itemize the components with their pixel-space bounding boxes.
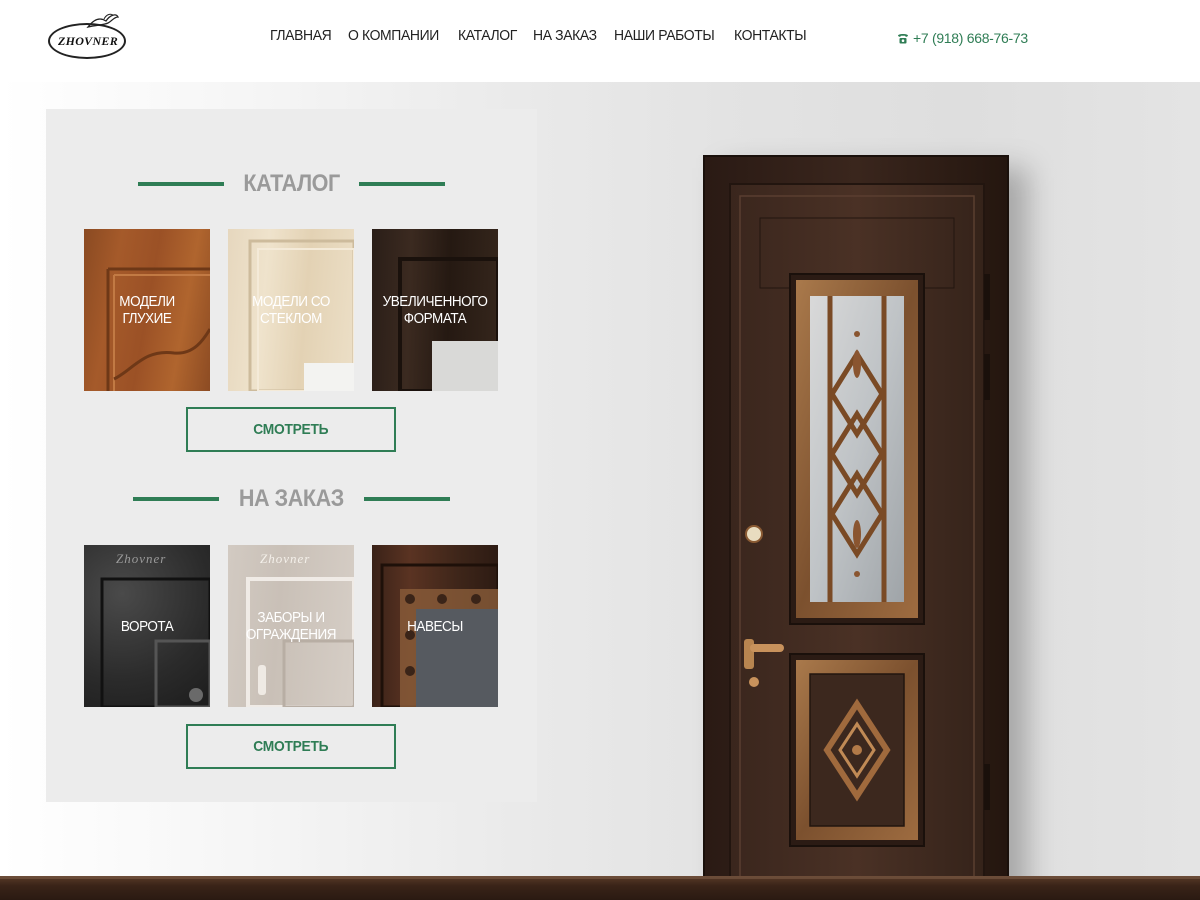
- catalog-view-button[interactable]: СМОТРЕТЬ: [186, 407, 396, 452]
- catalog-tiles: МОДЕЛИ ГЛУХИЕ МОДЕЛИ СО СТЕКЛОМ УВЕЛИЧЕН…: [84, 229, 498, 391]
- nav-item-works[interactable]: НАШИ РАБОТЫ: [614, 27, 715, 44]
- logo-text: ZHOVNER: [57, 34, 119, 48]
- custom-title: НА ЗАКАЗ: [238, 485, 345, 512]
- nav-item-catalog[interactable]: КАТАЛОГ: [458, 27, 517, 44]
- heading-bar-right: [363, 497, 450, 501]
- heading-bar-left: [137, 182, 224, 186]
- tile-gates[interactable]: Zhovner ВОРОТА: [84, 545, 210, 707]
- catalog-title: КАТАЛОГ: [243, 170, 340, 197]
- tile-large-format[interactable]: УВЕЛИЧЕННОГО ФОРМАТА: [372, 229, 498, 391]
- tile-solid-models[interactable]: МОДЕЛИ ГЛУХИЕ: [84, 229, 210, 391]
- catalog-heading: КАТАЛОГ: [46, 170, 537, 198]
- tile-label: ЗАБОРЫ И ОГРАЖДЕНИЯ: [245, 609, 337, 643]
- phone-link[interactable]: +7 (918) 668-76-73: [897, 30, 1028, 46]
- custom-tiles: Zhovner ВОРОТА Zhovner ЗАБОРЫ И ОГРАЖДЕН…: [84, 545, 498, 707]
- nav-item-about[interactable]: О КОМПАНИИ: [348, 27, 439, 44]
- nav-item-custom[interactable]: НА ЗАКАЗ: [533, 27, 597, 44]
- phone-number: +7 (918) 668-76-73: [913, 30, 1028, 46]
- tile-label: МОДЕЛИ СО СТЕКЛОМ: [252, 293, 330, 327]
- custom-heading: НА ЗАКАЗ: [46, 485, 537, 513]
- tile-label: МОДЕЛИ ГЛУХИЕ: [119, 293, 175, 327]
- site-header: ZHOVNER ГЛАВНАЯ О КОМПАНИИ КАТАЛОГ НА ЗА…: [0, 0, 1200, 82]
- floor-strip: [0, 876, 1200, 900]
- hero-section: КАТАЛОГ МОДЕЛИ ГЛУХИЕ МОДЕЛИ СО СТЕКЛОМ …: [0, 82, 1200, 900]
- tile-fences[interactable]: Zhovner ЗАБОРЫ И ОГРАЖДЕНИЯ: [228, 545, 354, 707]
- custom-view-button[interactable]: СМОТРЕТЬ: [186, 724, 396, 769]
- main-nav: ГЛАВНАЯ О КОМПАНИИ КАТАЛОГ НА ЗАКАЗ НАШИ…: [270, 27, 823, 44]
- tile-glass-models[interactable]: МОДЕЛИ СО СТЕКЛОМ: [228, 229, 354, 391]
- nav-item-contacts[interactable]: КОНТАКТЫ: [734, 27, 807, 44]
- tile-label: УВЕЛИЧЕННОГО ФОРМАТА: [382, 293, 488, 327]
- tile-label: НАВЕСЫ: [407, 617, 463, 635]
- tile-label: ВОРОТА: [120, 617, 174, 635]
- door-illustration: [703, 155, 1009, 900]
- heading-bar-right: [359, 182, 446, 186]
- logo[interactable]: ZHOVNER: [46, 11, 130, 61]
- tile-canopies[interactable]: НАВЕСЫ: [372, 545, 498, 707]
- nav-item-home[interactable]: ГЛАВНАЯ: [270, 27, 332, 44]
- catalog-panel: КАТАЛОГ МОДЕЛИ ГЛУХИЕ МОДЕЛИ СО СТЕКЛОМ …: [46, 109, 537, 802]
- phone-icon: [898, 33, 908, 43]
- heading-bar-left: [133, 497, 220, 501]
- door-image: [700, 154, 1028, 900]
